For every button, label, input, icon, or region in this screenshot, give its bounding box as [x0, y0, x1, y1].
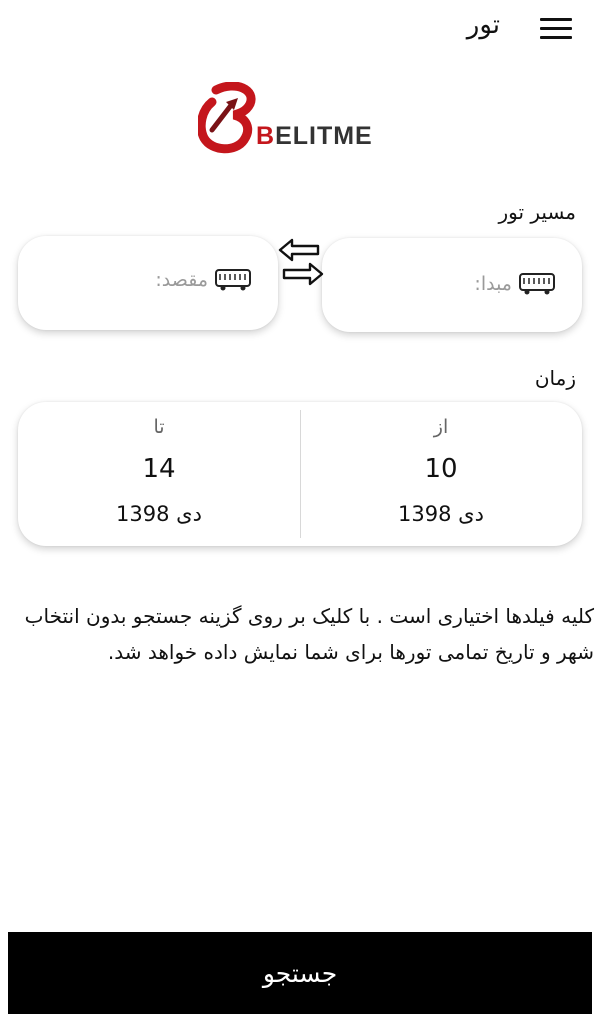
- to-month-year: دی 1398: [116, 502, 202, 526]
- origin-field[interactable]: مبدا:: [322, 238, 582, 332]
- bus-icon: [519, 273, 555, 295]
- bus-icon: [215, 269, 251, 291]
- from-day: 10: [424, 454, 458, 484]
- to-date[interactable]: تا 14 دی 1398: [18, 402, 300, 546]
- destination-field[interactable]: مقصد:: [18, 236, 278, 330]
- logo-mark: [196, 81, 256, 154]
- hamburger-menu-icon[interactable]: [540, 18, 572, 42]
- from-caption: از: [433, 416, 449, 438]
- belitme-logo: BELITME: [196, 81, 398, 156]
- from-month-year: دی 1398: [398, 502, 484, 526]
- date-divider: [300, 410, 301, 538]
- info-text: کلیه فیلدها اختیاری است . با کلیک بر روی…: [24, 604, 594, 664]
- origin-placeholder: مبدا:: [474, 273, 512, 295]
- search-button[interactable]: جستجو: [8, 932, 592, 1014]
- app-bar: تور: [0, 0, 600, 60]
- swap-arrows-icon[interactable]: [278, 236, 324, 290]
- route-section-label: مسیر تور: [498, 200, 576, 224]
- destination-placeholder: مقصد:: [155, 269, 208, 291]
- logo-wordmark: BELITME: [256, 122, 373, 150]
- date-range-card: از 10 دی 1398 تا 14 دی 1398: [18, 402, 582, 546]
- page-title: تور: [466, 10, 500, 40]
- from-date[interactable]: از 10 دی 1398: [300, 402, 582, 546]
- to-caption: تا: [153, 416, 165, 438]
- time-section-label: زمان: [534, 366, 576, 390]
- to-day: 14: [142, 454, 176, 484]
